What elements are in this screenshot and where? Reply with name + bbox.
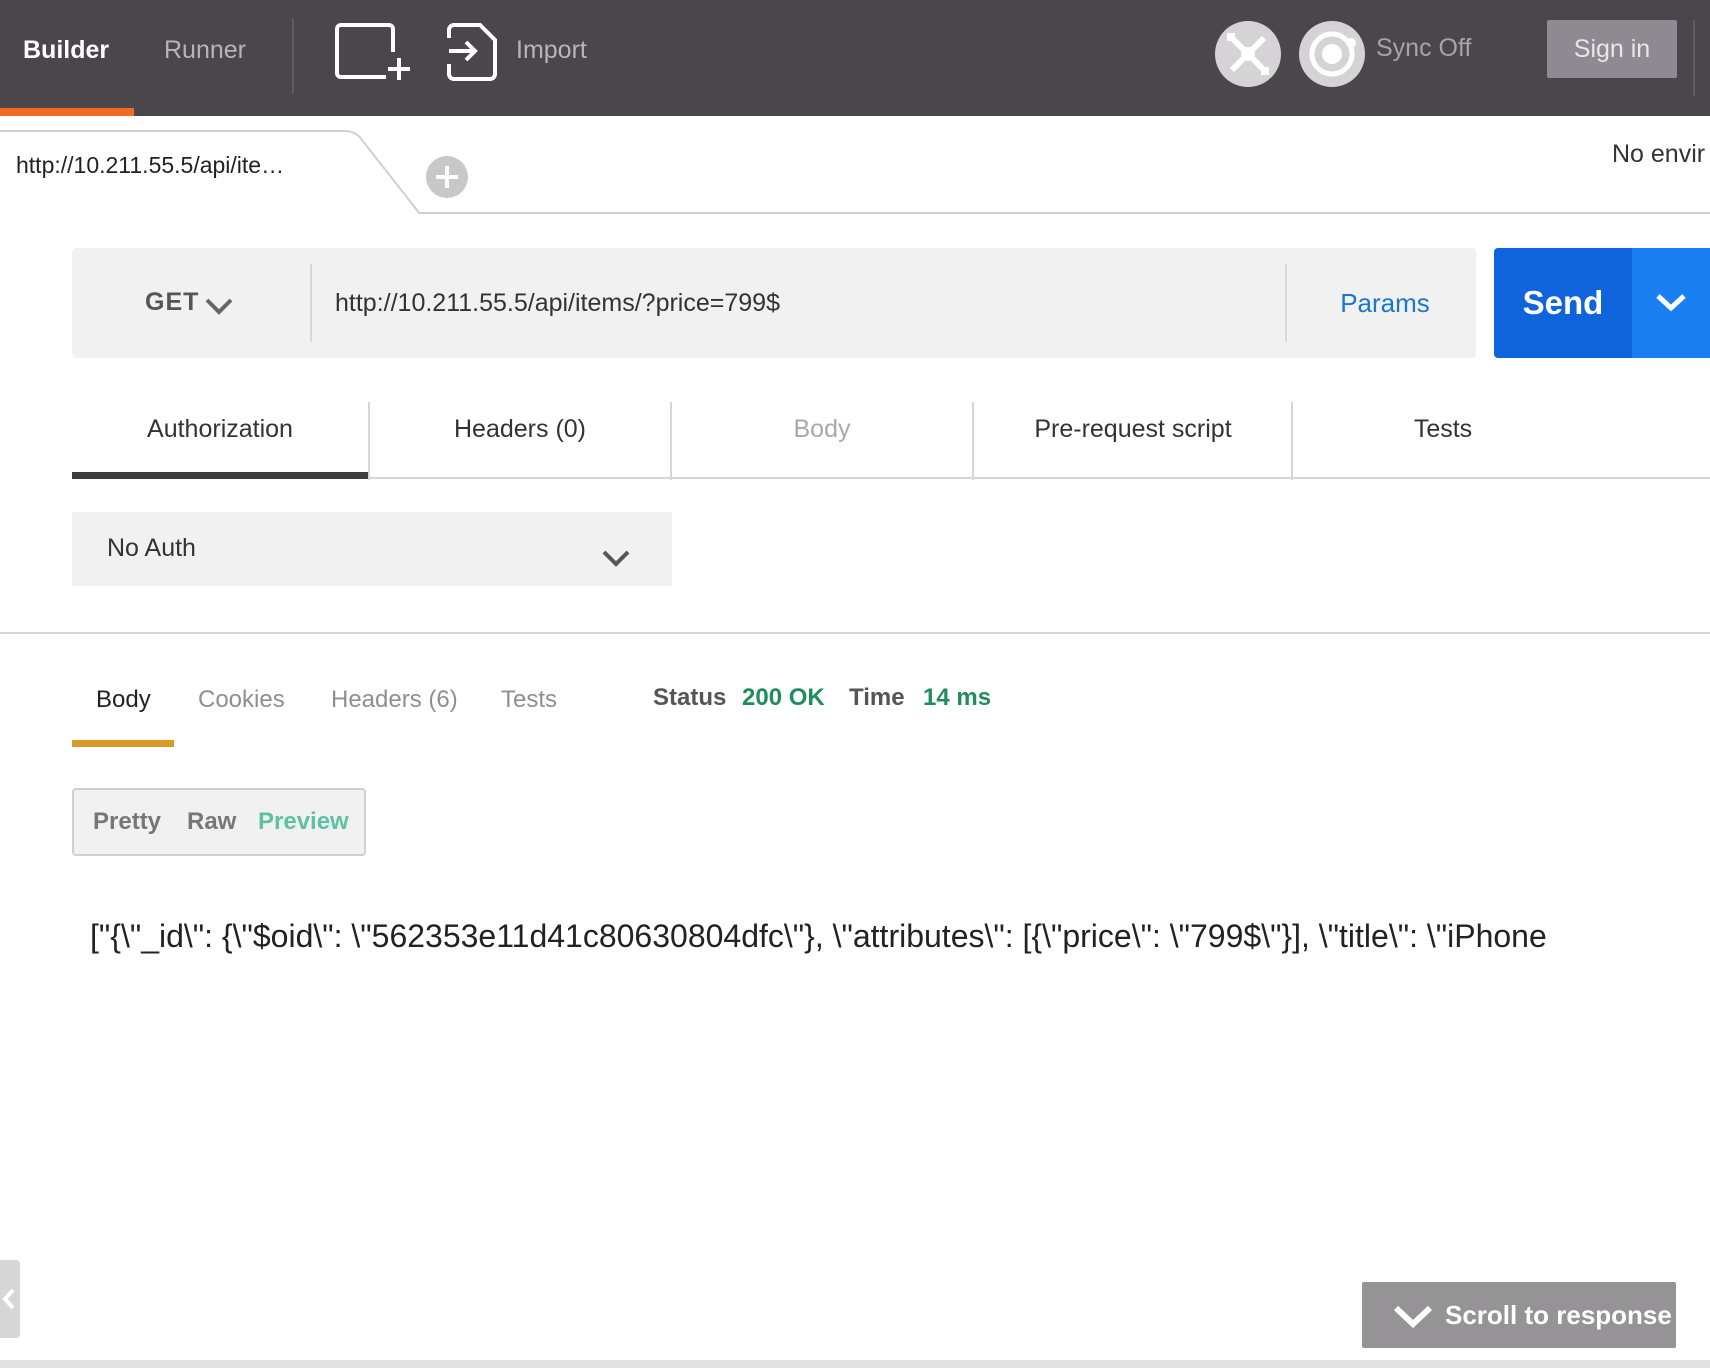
view-mode-preview[interactable]: Preview xyxy=(258,808,349,836)
tab-pre-request-script[interactable]: Pre-request script xyxy=(974,400,1292,480)
send-options-button[interactable] xyxy=(1632,248,1710,358)
active-response-tab-indicator xyxy=(72,740,174,747)
time-value: 14 ms xyxy=(923,684,992,711)
response-body: ["{\"_id\": {\"$oid\": \"562353e11d41c80… xyxy=(90,918,1547,954)
response-tab-body[interactable]: Body xyxy=(96,686,151,714)
chevron-down-icon xyxy=(205,298,233,315)
response-tab-headers[interactable]: Headers (6) xyxy=(331,686,458,714)
chevron-down-icon xyxy=(1393,1305,1433,1328)
status-label: Status xyxy=(653,684,727,711)
method-label: GET xyxy=(145,288,200,316)
scroll-to-response-label: Scroll to response xyxy=(1445,1300,1672,1330)
environment-selector[interactable]: No envir xyxy=(1612,140,1705,169)
tabstrip-border xyxy=(420,212,1710,214)
sign-in-button[interactable]: Sign in xyxy=(1547,20,1677,78)
toolbar-divider xyxy=(1693,20,1695,96)
section-divider xyxy=(0,632,1710,634)
url-input[interactable] xyxy=(318,262,1302,344)
tab-tests[interactable]: Tests xyxy=(1293,400,1593,480)
import-icon[interactable] xyxy=(446,22,498,82)
scroll-to-response-button[interactable]: Scroll to response xyxy=(1362,1282,1676,1348)
import-button[interactable]: Import xyxy=(516,0,587,100)
tab-body[interactable]: Body xyxy=(672,400,972,480)
tab-headers[interactable]: Headers (0) xyxy=(370,400,670,480)
status-value: 200 OK xyxy=(742,684,825,711)
chevron-down-icon xyxy=(1656,294,1686,312)
response-tab-tests[interactable]: Tests xyxy=(501,686,557,714)
toolbar-divider xyxy=(292,18,294,94)
tab-runner[interactable]: Runner xyxy=(164,0,246,116)
horizontal-scrollbar[interactable] xyxy=(0,1360,1710,1368)
active-tab-indicator xyxy=(0,108,134,116)
sync-icon[interactable] xyxy=(1299,21,1365,87)
chevron-left-icon xyxy=(2,1288,15,1310)
time-label: Time xyxy=(849,684,905,711)
view-mode-raw[interactable]: Raw xyxy=(187,808,236,836)
chevron-down-icon xyxy=(602,550,630,567)
params-button[interactable]: Params xyxy=(1300,288,1470,319)
request-tab[interactable]: http://10.211.55.5/api/ite… xyxy=(16,152,284,179)
send-button[interactable]: Send xyxy=(1494,248,1632,358)
tab-authorization[interactable]: Authorization xyxy=(72,400,368,480)
sync-status: Sync Off xyxy=(1376,34,1472,62)
response-tab-cookies[interactable]: Cookies xyxy=(198,686,285,714)
tab-builder[interactable]: Builder xyxy=(23,0,109,116)
sidebar-toggle[interactable] xyxy=(0,1260,20,1338)
view-mode-pretty[interactable]: Pretty xyxy=(93,808,161,836)
new-window-icon[interactable] xyxy=(334,22,412,82)
add-tab-icon[interactable] xyxy=(426,156,468,198)
url-divider xyxy=(310,264,312,342)
auth-type-label: No Auth xyxy=(107,534,196,562)
url-divider xyxy=(1285,264,1287,342)
interceptor-icon[interactable] xyxy=(1215,21,1281,87)
active-tab-indicator xyxy=(72,472,368,479)
